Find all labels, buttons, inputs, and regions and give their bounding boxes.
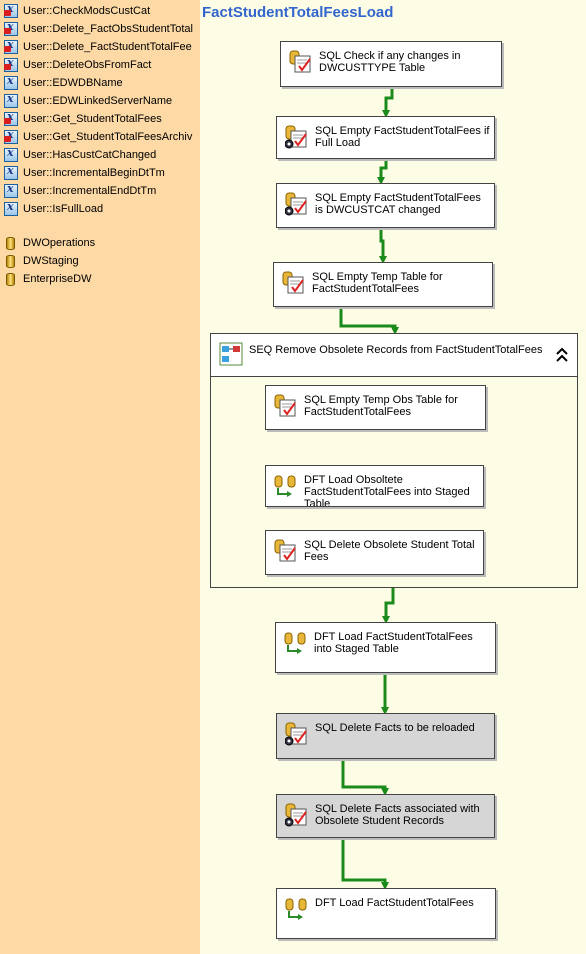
sql-task-icon xyxy=(274,539,298,563)
sql-task-expression-icon xyxy=(284,803,309,827)
precedence-arrow[interactable] xyxy=(382,87,394,118)
sql-task-expression-icon xyxy=(284,722,309,746)
task-label: SQL Delete Facts to be reloaded xyxy=(315,722,475,734)
task-sql-empty-full-load[interactable]: SQL Empty FactStudentTotalFees if Full L… xyxy=(276,116,495,159)
task-label: SQL Check if any changes in DWCUSTTYPE T… xyxy=(319,50,461,74)
precedence-arrow[interactable] xyxy=(377,159,388,185)
precedence-arrow[interactable] xyxy=(379,228,387,264)
collapse-chevron-icon[interactable] xyxy=(555,346,569,364)
task-dft-load-fact[interactable]: DFT Load FactStudentTotalFees xyxy=(276,888,496,939)
task-dft-load-staged[interactable]: DFT Load FactStudentTotalFees into Stage… xyxy=(275,622,496,673)
task-label: SQL Delete Facts associated with Obsolet… xyxy=(315,803,480,827)
task-label: SQL Empty Temp Obs Table for FactStudent… xyxy=(304,394,458,418)
data-flow-task-icon xyxy=(284,631,308,655)
sequence-container-icon xyxy=(219,342,243,366)
sql-task-expression-icon xyxy=(284,192,309,216)
data-flow-task-icon xyxy=(274,474,298,498)
task-sql-empty-temp-obs[interactable]: SQL Empty Temp Obs Table for FactStudent… xyxy=(265,385,486,430)
sequence-container-label: SEQ Remove Obsolete Records from FactStu… xyxy=(249,344,543,356)
task-sql-empty-temp-table[interactable]: SQL Empty Temp Table for FactStudentTota… xyxy=(273,262,493,307)
task-label: DFT Load FactStudentTotalFees xyxy=(315,897,474,909)
precedence-arrow[interactable] xyxy=(339,307,399,335)
task-sql-delete-facts-reload[interactable]: SQL Delete Facts to be reloaded xyxy=(276,713,495,759)
task-sql-check-changes[interactable]: SQL Check if any changes in DWCUSTTYPE T… xyxy=(280,41,502,87)
task-label: SQL Delete Obsolete Student Total Fees xyxy=(304,539,475,563)
sql-task-icon xyxy=(274,394,298,418)
task-label: SQL Empty Temp Table for FactStudentTota… xyxy=(312,271,443,295)
task-dft-load-obsolete[interactable]: DFT Load Obsoltete FactStudentTotalFees … xyxy=(265,465,484,507)
precedence-arrow[interactable] xyxy=(341,759,389,796)
sequence-container-header[interactable]: SEQ Remove Obsolete Records from FactStu… xyxy=(211,334,577,377)
precedence-arrow[interactable] xyxy=(341,838,389,890)
task-label: SQL Empty FactStudentTotalFees if Full L… xyxy=(315,125,490,149)
task-label: DFT Load FactStudentTotalFees into Stage… xyxy=(314,631,473,655)
sql-task-expression-icon xyxy=(284,125,309,149)
task-label: DFT Load Obsoltete FactStudentTotalFees … xyxy=(304,474,470,507)
data-flow-task-icon xyxy=(285,897,309,921)
task-sql-delete-facts-obsolete[interactable]: SQL Delete Facts associated with Obsolet… xyxy=(276,794,495,838)
sql-task-icon xyxy=(282,271,306,295)
precedence-arrow[interactable] xyxy=(382,588,395,624)
sql-task-icon xyxy=(289,50,313,74)
task-sql-empty-dwcustcat[interactable]: SQL Empty FactStudentTotalFees is DWCUST… xyxy=(276,183,495,228)
task-label: SQL Empty FactStudentTotalFees is DWCUST… xyxy=(315,192,481,216)
task-sql-delete-obsolete[interactable]: SQL Delete Obsolete Student Total Fees xyxy=(265,530,484,575)
